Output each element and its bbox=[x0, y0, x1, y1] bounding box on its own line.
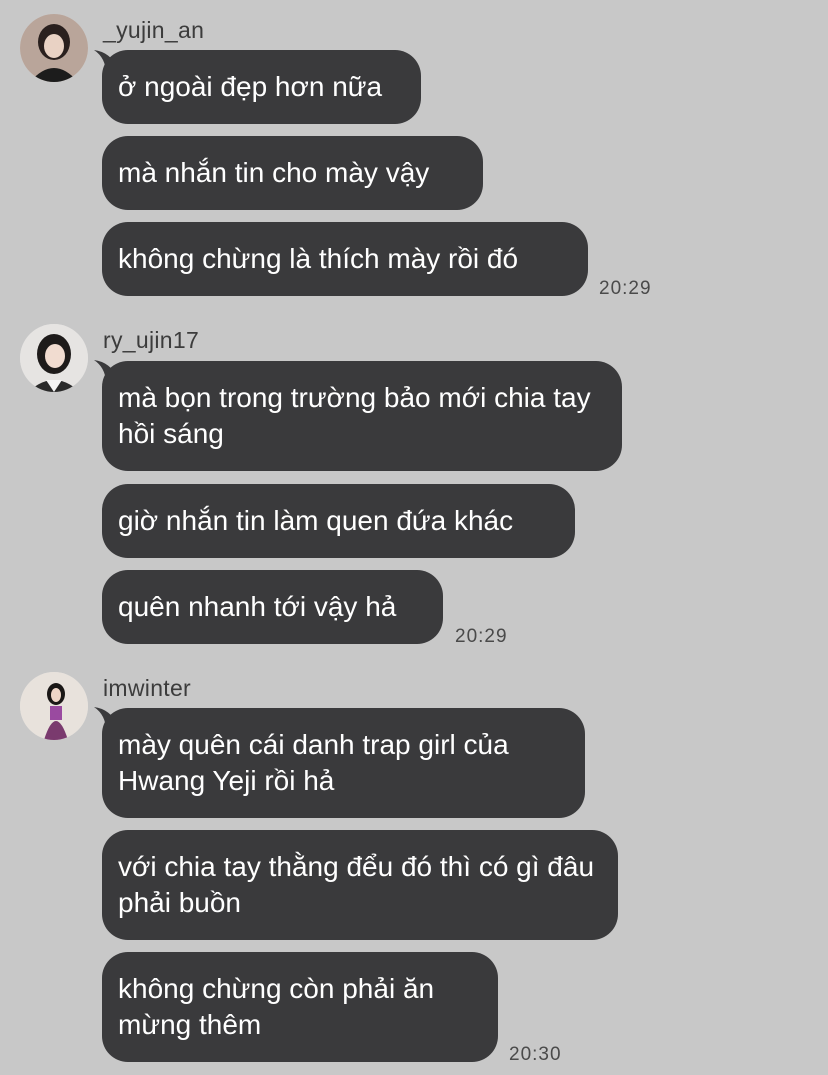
username-label: ry_ujin17 bbox=[103, 327, 200, 353]
avatar-yujin-an[interactable] bbox=[20, 14, 88, 82]
avatar-ry-ujin17[interactable] bbox=[20, 324, 88, 392]
username-label: imwinter bbox=[103, 675, 192, 701]
user-avatar-icon bbox=[20, 324, 88, 392]
message-bubble[interactable]: quên nhanh tới vậy hả bbox=[102, 570, 443, 644]
user-avatar-icon bbox=[20, 672, 88, 740]
message-timestamp: 20:30 bbox=[509, 1044, 562, 1065]
avatar-imwinter[interactable] bbox=[20, 672, 88, 740]
message-bubble[interactable]: không chừng còn phải ăn mừng thêm bbox=[102, 952, 498, 1062]
message-timestamp: 20:29 bbox=[455, 626, 508, 647]
message-text: mà nhắn tin cho mày vậy bbox=[118, 157, 430, 188]
message-text: mày quên cái danh trap girl của Hwang Ye… bbox=[118, 729, 509, 796]
message-bubble[interactable]: mà bọn trong trường bảo mới chia tay hồi… bbox=[102, 361, 622, 471]
message-text: quên nhanh tới vậy hả bbox=[118, 591, 397, 622]
message-timestamp: 20:29 bbox=[599, 278, 652, 299]
message-text: không chừng còn phải ăn mừng thêm bbox=[118, 973, 435, 1040]
message-text: ở ngoài đẹp hơn nữa bbox=[118, 71, 383, 102]
message-bubble[interactable]: giờ nhắn tin làm quen đứa khác bbox=[102, 484, 575, 558]
username-label: _yujin_an bbox=[103, 17, 205, 43]
message-bubble[interactable]: với chia tay thằng đểu đó thì có gì đâu … bbox=[102, 830, 618, 940]
message-bubble[interactable]: mày quên cái danh trap girl của Hwang Ye… bbox=[102, 708, 585, 818]
message-text: giờ nhắn tin làm quen đứa khác bbox=[118, 505, 514, 536]
message-text: mà bọn trong trường bảo mới chia tay hồi… bbox=[118, 382, 591, 449]
message-bubble[interactable]: mà nhắn tin cho mày vậy bbox=[102, 136, 483, 210]
message-text: không chừng là thích mày rồi đó bbox=[118, 243, 519, 274]
chat-thread: _yujin_an ở ngoài đẹp hơn nữa mà nhắn ti… bbox=[0, 0, 828, 1075]
message-bubble[interactable]: ở ngoài đẹp hơn nữa bbox=[102, 50, 421, 124]
user-avatar-icon bbox=[20, 14, 88, 82]
message-bubble[interactable]: không chừng là thích mày rồi đó bbox=[102, 222, 588, 296]
message-text: với chia tay thằng đểu đó thì có gì đâu … bbox=[118, 851, 595, 918]
